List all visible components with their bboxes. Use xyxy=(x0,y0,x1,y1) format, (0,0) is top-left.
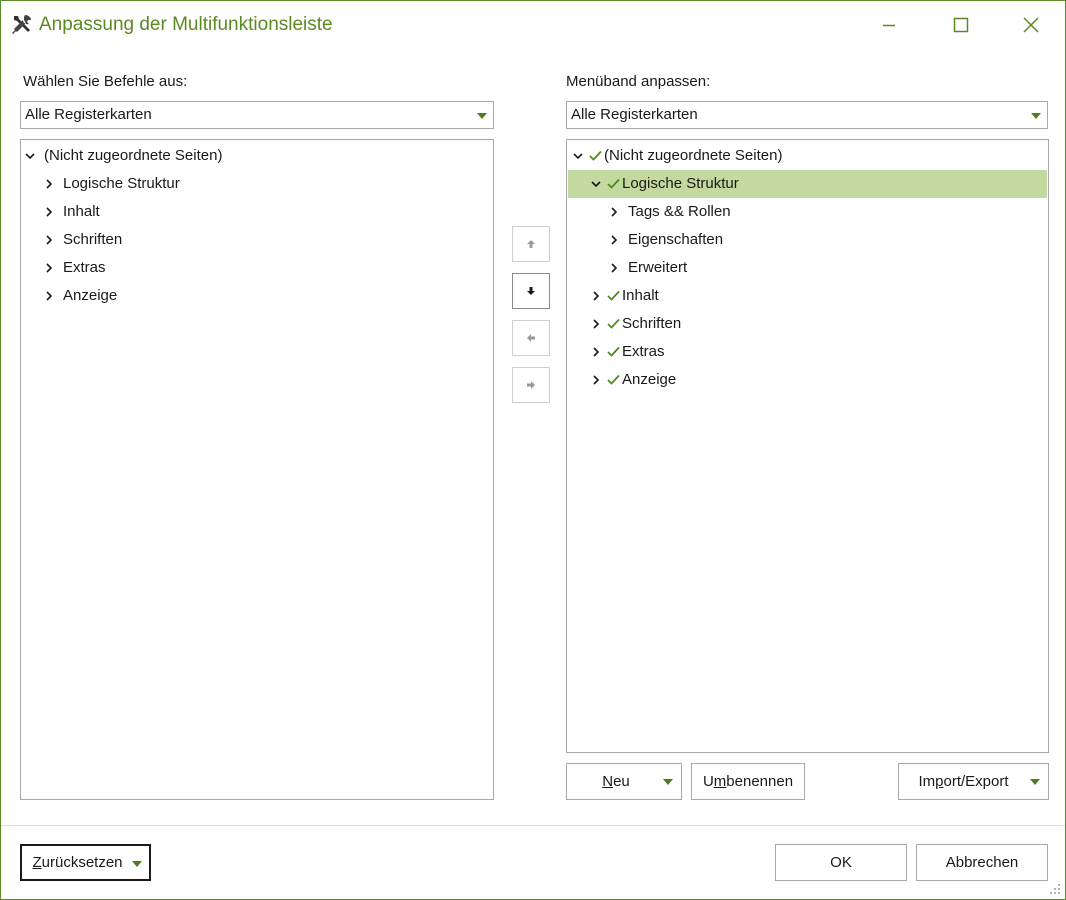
maximize-button[interactable] xyxy=(938,9,984,41)
checkmark-icon[interactable] xyxy=(607,374,620,385)
move-left-button[interactable] xyxy=(512,320,550,356)
customize-ribbon-label: Menüband anpassen: xyxy=(566,73,711,90)
tree-item[interactable]: (Nicht zugeordnete Seiten) xyxy=(568,142,1047,170)
footer-divider xyxy=(1,825,1065,826)
checkmark-icon[interactable] xyxy=(589,150,602,161)
tree-item[interactable]: Schriften xyxy=(568,310,1047,338)
chevron-down-icon[interactable] xyxy=(25,151,35,161)
reset-button[interactable]: Zurücksetzen xyxy=(20,844,151,881)
tree-item[interactable]: Schriften xyxy=(21,226,493,254)
tree-item-label: Logische Struktur xyxy=(622,175,739,192)
ok-button[interactable]: OK xyxy=(775,844,907,881)
move-right-icon xyxy=(527,381,535,389)
chevron-right-icon[interactable] xyxy=(591,375,601,385)
tree-item-label: Eigenschaften xyxy=(628,231,724,248)
new-button[interactable]: Neu xyxy=(566,763,682,800)
tree-item-label: Inhalt xyxy=(622,287,659,304)
tree-item[interactable]: Extras xyxy=(568,338,1047,366)
tools-icon xyxy=(10,13,34,37)
tree-item[interactable]: Inhalt xyxy=(568,282,1047,310)
title-bar[interactable]: Anpassung der Multifunktionsleiste xyxy=(1,1,1065,49)
close-button[interactable] xyxy=(1008,9,1054,41)
maximize-icon xyxy=(953,17,969,33)
tree-item-label: (Nicht zugeordnete Seiten) xyxy=(604,147,783,164)
chevron-right-icon[interactable] xyxy=(44,291,54,301)
tree-item-label: Tags && Rollen xyxy=(628,203,731,220)
checkmark-icon[interactable] xyxy=(607,178,620,189)
chevron-right-icon[interactable] xyxy=(591,319,601,329)
chevron-right-icon[interactable] xyxy=(44,207,54,217)
chevron-right-icon[interactable] xyxy=(609,207,619,217)
customize-ribbon-dialog: Anpassung der Multifunktionsleiste Wähle… xyxy=(0,0,1066,900)
ok-label: OK xyxy=(830,854,852,871)
tree-item[interactable]: Inhalt xyxy=(21,198,493,226)
chevron-down-icon xyxy=(132,861,142,867)
chevron-down-icon xyxy=(1031,113,1041,119)
tree-item[interactable]: Logische Struktur xyxy=(21,170,493,198)
checkmark-icon[interactable] xyxy=(607,290,620,301)
chevron-right-icon[interactable] xyxy=(591,347,601,357)
chevron-right-icon[interactable] xyxy=(44,263,54,273)
tree-item[interactable]: Logische Struktur xyxy=(568,170,1047,198)
chevron-down-icon xyxy=(663,779,673,785)
move-up-button[interactable] xyxy=(512,226,550,262)
checkmark-icon[interactable] xyxy=(607,346,620,357)
minimize-button[interactable] xyxy=(866,9,912,41)
tree-item[interactable]: Eigenschaften xyxy=(568,226,1047,254)
tree-item-label: Logische Struktur xyxy=(63,175,180,192)
tree-item[interactable]: Anzeige xyxy=(568,366,1047,394)
chevron-right-icon[interactable] xyxy=(609,263,619,273)
minimize-icon xyxy=(883,24,895,27)
chevron-down-icon xyxy=(1030,779,1040,785)
tree-item-label: Extras xyxy=(63,259,106,276)
chevron-down-icon xyxy=(477,113,487,119)
tree-item-label: Schriften xyxy=(63,231,123,248)
choose-commands-combo[interactable]: Alle Registerkarten xyxy=(20,101,494,129)
chevron-right-icon[interactable] xyxy=(44,179,54,189)
move-up-icon xyxy=(527,240,535,248)
ribbon-tree[interactable]: (Nicht zugeordnete Seiten) Logische Struk… xyxy=(566,139,1049,753)
chevron-right-icon[interactable] xyxy=(44,235,54,245)
cancel-label: Abbrechen xyxy=(945,854,1019,871)
commands-tree[interactable]: (Nicht zugeordnete Seiten) Logische Struk… xyxy=(20,139,494,800)
import-export-button[interactable]: Import/Export xyxy=(898,763,1049,800)
chevron-down-icon[interactable] xyxy=(591,179,601,189)
move-left-icon xyxy=(527,334,535,342)
new-label: Neu xyxy=(602,773,630,790)
tree-item-label: (Nicht zugeordnete Seiten) xyxy=(44,147,223,164)
move-down-button[interactable] xyxy=(512,273,550,309)
cancel-button[interactable]: Abbrechen xyxy=(916,844,1048,881)
tree-item[interactable]: Extras xyxy=(21,254,493,282)
checkmark-icon[interactable] xyxy=(607,318,620,329)
window-title: Anpassung der Multifunktionsleiste xyxy=(39,14,333,35)
tree-item-label: Schriften xyxy=(622,315,682,332)
move-right-button[interactable] xyxy=(512,367,550,403)
choose-commands-label: Wählen Sie Befehle aus: xyxy=(23,73,188,90)
tree-item-label: Anzeige xyxy=(63,287,118,304)
tree-item[interactable]: (Nicht zugeordnete Seiten) xyxy=(21,142,493,170)
tree-item[interactable]: Erweitert xyxy=(568,254,1047,282)
tree-item[interactable]: Anzeige xyxy=(21,282,493,310)
tree-item-label: Erweitert xyxy=(628,259,688,276)
close-icon xyxy=(1023,17,1039,33)
customize-ribbon-combo[interactable]: Alle Registerkarten xyxy=(566,101,1048,129)
reset-label: Zurücksetzen xyxy=(32,854,123,871)
resize-grip-icon[interactable] xyxy=(1049,883,1061,895)
choose-commands-value: Alle Registerkarten xyxy=(25,106,152,123)
tree-item-label: Anzeige xyxy=(622,371,677,388)
chevron-right-icon[interactable] xyxy=(609,235,619,245)
chevron-right-icon[interactable] xyxy=(591,291,601,301)
tree-item-label: Extras xyxy=(622,343,665,360)
move-down-icon xyxy=(527,287,535,295)
rename-label: Umbenennen xyxy=(702,773,794,790)
tree-item[interactable]: Tags && Rollen xyxy=(568,198,1047,226)
import-export-label: Import/Export xyxy=(918,773,1009,790)
tree-item-label: Inhalt xyxy=(63,203,100,220)
customize-ribbon-value: Alle Registerkarten xyxy=(571,106,698,123)
chevron-down-icon[interactable] xyxy=(573,151,583,161)
rename-button[interactable]: Umbenennen xyxy=(691,763,805,800)
